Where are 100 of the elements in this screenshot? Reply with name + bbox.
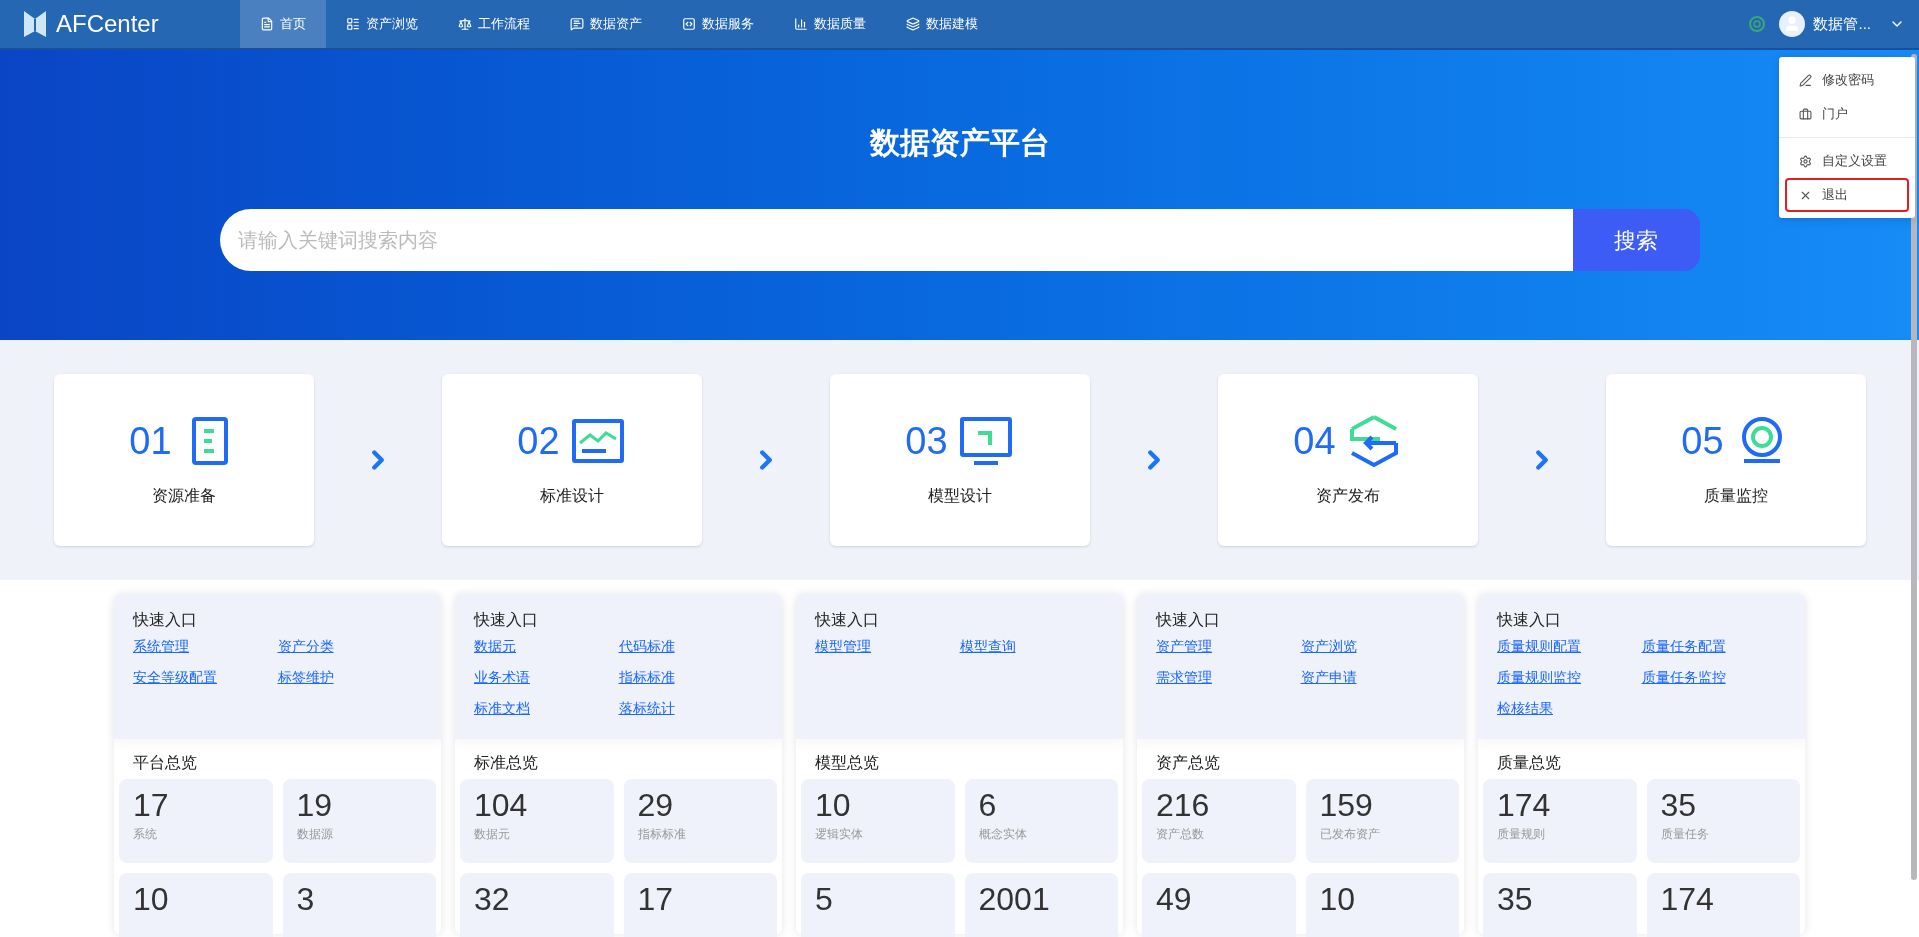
menu-item[interactable]: 退出 (1785, 178, 1909, 212)
settings-icon (1799, 154, 1812, 168)
stat-value: 159 (1319, 786, 1374, 825)
quick-entry-title: 快速入口 (133, 610, 198, 630)
chat-icon (570, 17, 584, 31)
step-card[interactable]: 02 标准设计 (441, 374, 702, 546)
quick-link[interactable]: 系统管理 (133, 636, 189, 657)
search-button[interactable]: 搜索 (1572, 209, 1700, 271)
briefcase-icon (1799, 107, 1812, 121)
quick-entry-title: 快速入口 (1497, 610, 1562, 630)
step-number: 02 (517, 418, 560, 464)
stat-value: 216 (1156, 786, 1211, 825)
step-label: 标准设计 (539, 485, 604, 506)
overview-title: 资产总览 (1155, 753, 1221, 773)
stat-value: 32 (474, 880, 511, 919)
step-card[interactable]: 01 资源准备 (53, 374, 314, 546)
quick-link[interactable]: 标准文档 (474, 698, 530, 719)
stat-value: 5 (815, 880, 834, 919)
stat-label: 系统 (133, 826, 158, 843)
stat-value: 35 (1497, 880, 1534, 919)
step-label: 模型设计 (927, 485, 992, 506)
stat-value: 174 (1497, 786, 1552, 825)
step-number: 04 (1293, 418, 1336, 464)
stat-label: 资产总数 (1156, 826, 1205, 843)
overview-title: 模型总览 (814, 753, 880, 773)
stat-value: 10 (1319, 880, 1357, 919)
quick-link[interactable]: 模型管理 (815, 636, 871, 657)
step-number: 01 (129, 418, 172, 464)
nav-tab[interactable]: 数据质量 (774, 0, 886, 48)
stat-label: 质量规则 (1497, 826, 1546, 843)
quick-link[interactable]: 资产分类 (277, 636, 334, 657)
overview-title: 质量总览 (1496, 753, 1562, 773)
quick-entry-title: 快速入口 (474, 610, 539, 630)
nav-tab[interactable]: 工作流程 (438, 0, 550, 48)
step-card[interactable]: 03 模型设计 (829, 374, 1090, 546)
nav-tab[interactable]: 数据服务 (662, 0, 774, 48)
step-card[interactable]: 04 资产发布 (1217, 374, 1478, 546)
stat-value: 10 (815, 786, 852, 825)
logo-icon (22, 9, 48, 39)
bar-chart-icon (794, 17, 808, 31)
stat-value: 2001 (978, 880, 1051, 919)
search-field[interactable]: 请输入关键词搜索内容 (219, 209, 1573, 271)
quick-entry-title: 快速入口 (815, 610, 880, 630)
stat-value: 19 (296, 786, 334, 825)
logo-text: AFCenter (56, 9, 159, 39)
nav-tab[interactable]: 首页 (240, 0, 326, 48)
quick-link[interactable]: 安全等级配置 (133, 667, 217, 688)
stat-value: 10 (133, 880, 170, 919)
stat-label: 概念实体 (978, 826, 1028, 843)
quick-link[interactable]: 资产浏览 (1300, 636, 1357, 657)
quick-link[interactable]: 代码标准 (618, 636, 675, 657)
step-number: 03 (905, 418, 948, 464)
step-label: 资源准备 (151, 485, 216, 506)
stat-value: 29 (637, 786, 675, 825)
stat-value: 174 (1660, 880, 1715, 919)
step-label: 质量监控 (1703, 485, 1768, 506)
document-icon (260, 17, 274, 31)
stat-value: 3 (296, 880, 316, 919)
quick-link[interactable]: 数据元 (474, 636, 516, 657)
menu-item[interactable]: 自定义设置 (1785, 144, 1909, 178)
stat-label: 质量任务 (1660, 826, 1710, 843)
step-number: 05 (1681, 418, 1724, 464)
quick-link[interactable]: 模型查询 (959, 636, 1016, 657)
quick-link[interactable]: 指标标准 (618, 667, 675, 688)
quick-link[interactable]: 业务术语 (474, 667, 530, 688)
quick-link[interactable]: 需求管理 (1156, 667, 1212, 688)
avatar[interactable] (1779, 11, 1806, 37)
quick-link[interactable]: 标签维护 (277, 667, 334, 688)
stat-label: 已发布资产 (1319, 826, 1381, 843)
stat-value: 17 (637, 880, 675, 919)
quick-link[interactable]: 资产申请 (1300, 667, 1357, 688)
menu-item[interactable]: 修改密码 (1785, 63, 1909, 97)
stat-value: 104 (474, 786, 529, 825)
layers-icon (906, 17, 920, 31)
stat-value: 49 (1156, 880, 1193, 919)
stat-value: 6 (978, 786, 998, 825)
hero-title: 数据资产平台 (869, 125, 1050, 161)
quick-entry-title: 快速入口 (1156, 610, 1221, 630)
stat-value: 17 (133, 786, 170, 825)
stat-label: 数据元 (474, 826, 511, 843)
nav-tab[interactable]: 数据建模 (886, 0, 998, 48)
stat-value: 35 (1660, 786, 1698, 825)
quick-link[interactable]: 质量任务配置 (1641, 636, 1726, 657)
list-icon (346, 17, 360, 31)
overview-title: 标准总览 (473, 753, 539, 773)
nav-tab[interactable]: 资产浏览 (326, 0, 438, 48)
step-card[interactable]: 05 质量监控 (1605, 374, 1866, 546)
edit-icon (1799, 73, 1812, 87)
user-name[interactable]: 数据管... (1813, 12, 1871, 36)
quick-link[interactable]: 检核结果 (1497, 698, 1553, 719)
quick-link[interactable]: 质量任务监控 (1641, 667, 1726, 688)
quick-link[interactable]: 质量规则监控 (1497, 667, 1581, 688)
quick-link[interactable]: 落标统计 (618, 698, 675, 719)
nav-tab[interactable]: 数据资产 (550, 0, 662, 48)
stat-label: 数据源 (296, 826, 334, 843)
scale-icon (458, 17, 472, 31)
quick-link[interactable]: 资产管理 (1156, 636, 1212, 657)
menu-item[interactable]: 门户 (1785, 97, 1909, 131)
quick-link[interactable]: 质量规则配置 (1497, 636, 1581, 657)
code-icon (682, 17, 696, 31)
